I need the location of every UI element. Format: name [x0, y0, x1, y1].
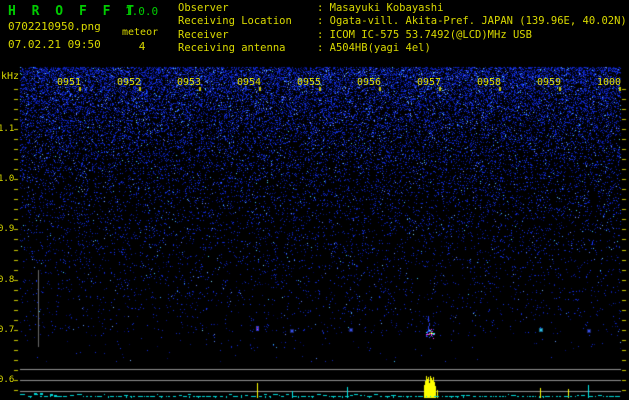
station-row: Receiving antenna : A504HB(yagi 4el)	[178, 42, 627, 55]
station-row: Receiver : ICOM IC-575 53.7492(@LCD)MHz U…	[178, 29, 627, 42]
time-axis-label: 0954	[236, 77, 262, 88]
mode-label: meteor	[122, 27, 159, 38]
app-version: 1.0.0	[125, 5, 159, 18]
station-row-label: Receiver	[178, 28, 229, 41]
station-info: Observer: Masayuki Kobayashi Receiving Lo…	[178, 2, 627, 56]
freq-axis-label: 1.0	[0, 174, 15, 184]
station-row: Observer : Masayuki Kobayashi	[178, 2, 627, 15]
hrofft-window: { "app": { "title": "H R O F F T", "vers…	[0, 0, 629, 400]
station-row-value: : Ogata-vill. Akita-Pref. JAPAN (139.96E…	[317, 15, 627, 28]
freq-axis-label: 1.1	[0, 124, 15, 134]
freq-axis-label: 0.9	[0, 224, 15, 234]
time-axis-label: 0955	[296, 77, 322, 88]
station-row-label: Receiving Location	[178, 15, 292, 28]
freq-axis-label: 0.7	[0, 325, 15, 335]
freq-axis-label: 0.8	[0, 275, 15, 285]
app-title: H R O F F T	[8, 4, 139, 19]
freq-unit-label: kHz	[1, 71, 20, 82]
time-axis-label: 1000	[596, 77, 622, 88]
echo-count: 4	[138, 40, 146, 53]
freq-axis-label: 0.6	[0, 375, 15, 385]
time-axis-label: 0953	[176, 77, 202, 88]
time-axis-label: 0951	[56, 77, 82, 88]
time-axis-label: 0952	[116, 77, 142, 88]
spectrogram-canvas	[0, 0, 629, 400]
time-axis-label: 0958	[476, 77, 502, 88]
timestamp: 07.02.21 09:50	[8, 38, 101, 51]
station-row-value: : ICOM IC-575 53.7492(@LCD)MHz USB	[317, 28, 532, 41]
station-row-label: Observer	[178, 2, 229, 14]
station-row-value: : A504HB(yagi 4el)	[317, 42, 431, 55]
station-row: Receiving Location : Ogata-vill. Akita-Pr…	[178, 15, 627, 28]
time-axis-label: 0957	[416, 77, 442, 88]
station-row-value: : Masayuki Kobayashi	[317, 2, 444, 14]
time-axis-label: 0956	[356, 77, 382, 88]
output-filename: 0702210950.png	[8, 20, 101, 33]
station-row-label: Receiving antenna	[178, 42, 286, 55]
time-axis-label: 0959	[536, 77, 562, 88]
